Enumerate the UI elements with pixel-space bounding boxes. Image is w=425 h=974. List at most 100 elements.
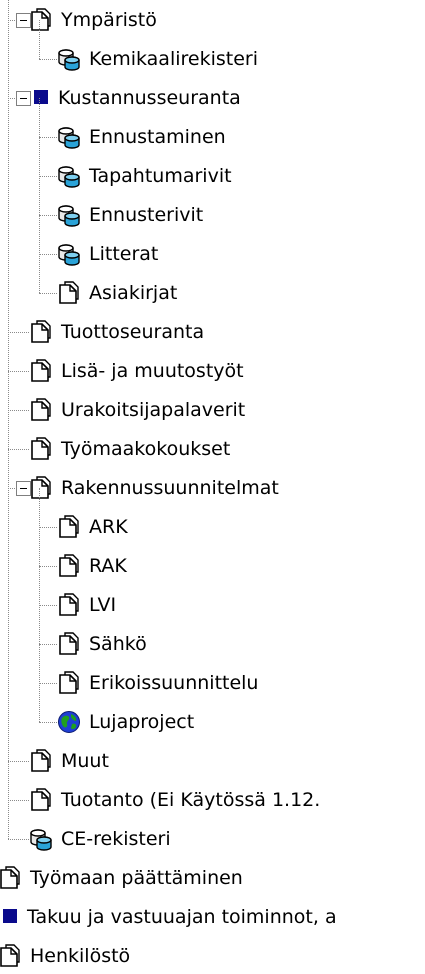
page-icon <box>29 749 53 773</box>
database-icon <box>57 125 81 149</box>
tree-connector <box>39 527 57 528</box>
tree-item[interactable]: RAK <box>0 548 425 584</box>
tree-connector <box>39 644 57 645</box>
tree-connector <box>39 683 57 684</box>
tree-item-label: Tuottoseuranta <box>61 321 205 343</box>
tree-item[interactable]: Erikoissuunnittelu <box>0 665 425 701</box>
page-icon <box>29 476 53 500</box>
page-icon <box>29 8 53 32</box>
tree-connector <box>39 176 57 177</box>
page-icon <box>57 554 81 578</box>
page-icon <box>57 632 81 656</box>
page-icon <box>57 593 81 617</box>
tree-item-label: Työmaan päättäminen <box>30 867 243 889</box>
tree-item[interactable]: Takuu ja vastuuajan toiminnot, a <box>0 899 425 935</box>
tree-item-label: Ympäristö <box>61 9 157 31</box>
tree-connector <box>8 410 29 411</box>
tree-item[interactable]: Lujaproject <box>0 704 425 740</box>
tree-item-label: Takuu ja vastuuajan toiminnot, a <box>27 906 337 928</box>
tree-connector <box>8 800 29 801</box>
tree-item[interactable]: Kustannusseuranta <box>0 80 425 116</box>
tree-item[interactable]: Ympäristö <box>0 2 425 38</box>
page-icon <box>57 515 81 539</box>
tree-item[interactable]: Sähkö <box>0 626 425 662</box>
tree-item[interactable]: Henkilöstö <box>0 938 425 974</box>
tree-item[interactable]: Muut <box>0 743 425 779</box>
database-icon <box>57 164 81 188</box>
database-icon <box>29 827 53 851</box>
tree-connector <box>8 449 29 450</box>
page-icon <box>0 866 22 890</box>
tree-item-label: Rakennussuunnitelmat <box>61 477 279 499</box>
tree-item-label: Sähkö <box>89 633 147 655</box>
tree-item-label: Erikoissuunnittelu <box>89 672 259 694</box>
tree-connector <box>39 215 57 216</box>
page-icon <box>57 671 81 695</box>
tree-item[interactable]: LVI <box>0 587 425 623</box>
collapse-toggle-icon[interactable] <box>16 91 31 106</box>
tree-connector <box>8 761 29 762</box>
page-icon <box>29 359 53 383</box>
tree-connector <box>39 566 57 567</box>
tree-item[interactable]: Rakennussuunnitelmat <box>0 470 425 506</box>
tree-item-label: Urakoitsijapalaverit <box>61 399 246 421</box>
page-icon <box>29 320 53 344</box>
tree-connector <box>39 293 57 294</box>
tree-item-label: Lujaproject <box>89 711 195 733</box>
database-icon <box>57 242 81 266</box>
tree-item[interactable]: Tuotanto (Ei Käytössä 1.12. <box>0 782 425 818</box>
blue-square-icon <box>34 90 48 104</box>
tree-item[interactable]: Kemikaalirekisteri <box>0 41 425 77</box>
page-icon <box>29 788 53 812</box>
tree-item-label: Muut <box>61 750 109 772</box>
tree-item-label: ARK <box>89 516 128 538</box>
tree-connector <box>8 332 29 333</box>
page-icon <box>29 398 53 422</box>
tree-item[interactable]: Ennusterivit <box>0 197 425 233</box>
tree-item-label: Tapahtumarivit <box>89 165 232 187</box>
page-icon <box>57 281 81 305</box>
tree-connector <box>39 59 57 60</box>
page-icon <box>29 437 53 461</box>
tree-connector <box>39 254 57 255</box>
page-icon <box>0 944 22 968</box>
tree-item[interactable]: Urakoitsijapalaverit <box>0 392 425 428</box>
tree-item-label: LVI <box>89 594 117 616</box>
tree-item[interactable]: Työmaakokoukset <box>0 431 425 467</box>
database-icon <box>57 203 81 227</box>
tree-view[interactable]: Ympäristö Kemikaalirekisteri Kustannusseur… <box>0 0 425 967</box>
tree-item-label: Tuotanto (Ei Käytössä 1.12. <box>61 789 321 811</box>
tree-item[interactable]: ARK <box>0 509 425 545</box>
tree-connector <box>8 839 29 840</box>
tree-item-label: Ennusterivit <box>89 204 204 226</box>
tree-item[interactable]: CE-rekisteri <box>0 821 425 857</box>
globe-icon <box>57 710 81 734</box>
tree-item[interactable]: Litterat <box>0 236 425 272</box>
tree-item[interactable]: Asiakirjat <box>0 275 425 311</box>
tree-item[interactable]: Lisä- ja muutostyöt <box>0 353 425 389</box>
tree-connector <box>39 488 40 722</box>
tree-item-label: Kustannusseuranta <box>58 87 241 109</box>
tree-item[interactable]: Tapahtumarivit <box>0 158 425 194</box>
tree-item-label: Henkilöstö <box>30 945 131 967</box>
tree-item-label: Lisä- ja muutostyöt <box>61 360 244 382</box>
tree-item-label: RAK <box>89 555 127 577</box>
database-icon <box>57 47 81 71</box>
tree-item-label: Ennustaminen <box>89 126 226 148</box>
tree-connector <box>8 371 29 372</box>
tree-item[interactable]: Ennustaminen <box>0 119 425 155</box>
tree-item-label: Asiakirjat <box>89 282 178 304</box>
tree-connector <box>39 98 40 293</box>
tree-connector <box>39 722 57 723</box>
tree-item-label: Litterat <box>89 243 159 265</box>
tree-item-label: CE-rekisteri <box>61 828 171 850</box>
tree-connector <box>39 137 57 138</box>
tree-item-label: Kemikaalirekisteri <box>89 48 258 70</box>
blue-square-icon <box>3 909 17 923</box>
tree-connector <box>8 0 9 839</box>
tree-item-label: Työmaakokoukset <box>61 438 231 460</box>
tree-item[interactable]: Tuottoseuranta <box>0 314 425 350</box>
tree-connector <box>39 20 40 59</box>
tree-item[interactable]: Työmaan päättäminen <box>0 860 425 896</box>
tree-connector <box>39 605 57 606</box>
